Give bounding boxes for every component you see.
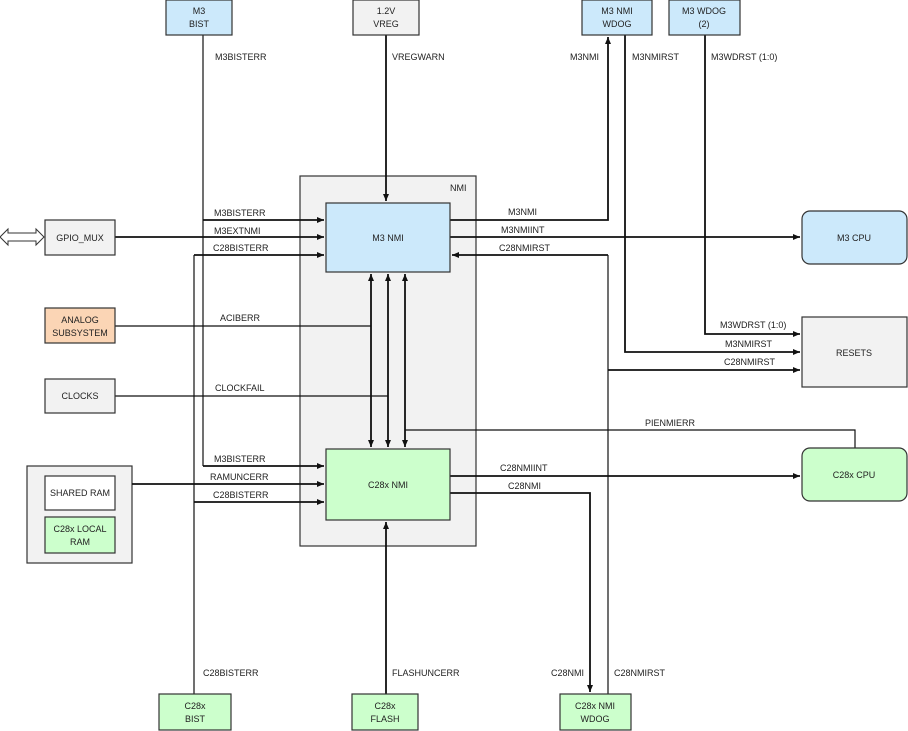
- signal-label: M3NMIRST: [632, 52, 680, 62]
- signal-label: M3NMIRST: [725, 339, 773, 349]
- signal-label: C28BISTERR: [213, 243, 269, 253]
- block-label: GPIO_MUX: [56, 233, 104, 243]
- block-c28-bist: C28x BIST: [158, 693, 232, 731]
- block-label: C28x: [184, 701, 206, 711]
- block-label: SHARED RAM: [50, 488, 110, 498]
- signal-label: C28NMI: [508, 481, 541, 491]
- signal-label: M3NMI: [570, 52, 599, 62]
- signal-label: M3BISTERR: [215, 52, 267, 62]
- signal-labels: M3BISTERR VREGWARN M3NMI M3NMIRST M3WDRS…: [203, 52, 786, 678]
- block-label: BIST: [189, 19, 210, 29]
- block-m3-cpu: M3 CPU: [801, 210, 908, 265]
- signal-label: C28NMIRST: [614, 668, 666, 678]
- block-m3-wdog: M3 WDOG (2): [668, 0, 741, 36]
- block-c28-flash: C28x FLASH: [351, 693, 419, 731]
- block-label: M3 NMI: [601, 6, 633, 16]
- block-label: C28x: [374, 701, 396, 711]
- signal-label: RAMUNCERR: [210, 472, 269, 482]
- nmi-block-diagram: NMI M3 BIST 1.2V VREG M3 NMI WDOG M3 WDOG(2…: [0, 0, 908, 731]
- block-label: M3 CPU: [837, 233, 871, 243]
- block-clocks: CLOCKS: [44, 378, 116, 414]
- signal-label: M3NMI: [508, 207, 537, 217]
- block-c28-local-ram: C28x LOCAL RAM: [44, 516, 116, 554]
- signal-label: CLOCKFAIL: [215, 383, 265, 393]
- block-analog-subsystem: ANALOG SUBSYSTEM: [44, 307, 116, 344]
- external-io-double-arrow-icon: [0, 227, 45, 247]
- m3nmirst-line: [624, 35, 800, 355]
- block-label: C28x NMI: [575, 701, 615, 711]
- block-gpio-mux: GPIO_MUX: [44, 219, 116, 256]
- block-shared-ram: SHARED RAM: [44, 475, 116, 511]
- signal-label: VREGWARN: [392, 52, 445, 62]
- block-label: WDOG: [581, 714, 610, 724]
- block-m3-bist: M3 BIST: [165, 0, 233, 36]
- signal-label: M3WDRST (1:0): [720, 320, 786, 330]
- block-label: VREG: [373, 19, 399, 29]
- block-label: (2): [699, 19, 710, 29]
- signal-label: M3BISTERR: [214, 208, 266, 218]
- block-label: RESETS: [836, 348, 872, 358]
- signal-label: C28BISTERR: [203, 668, 259, 678]
- block-resets: RESETS: [801, 316, 908, 388]
- signal-label: C28BISTERR: [213, 490, 269, 500]
- block-label: C28x NMI: [368, 480, 408, 490]
- block-label: SUBSYSTEM: [52, 328, 108, 338]
- block-c28-cpu: C28x CPU: [801, 447, 908, 502]
- signal-label: C28NMIINT: [500, 463, 548, 473]
- block-m3-nmi: M3 NMI: [325, 202, 451, 273]
- block-c28-nmi: C28x NMI: [325, 448, 451, 521]
- block-label: M3: [193, 6, 206, 16]
- block-label: FLASH: [370, 714, 399, 724]
- block-label: ANALOG: [61, 315, 99, 325]
- block-vreg: 1.2V VREG: [352, 0, 420, 36]
- block-m3-nmi-wdog: M3 NMI WDOG: [581, 0, 653, 36]
- signal-label: M3BISTERR: [214, 454, 266, 464]
- block-label: C28x CPU: [833, 470, 876, 480]
- block-c28-nmi-wdog: C28x NMI WDOG: [559, 693, 632, 731]
- signal-label: M3EXTNMI: [214, 226, 261, 236]
- signal-label: C28NMIRST: [724, 357, 776, 367]
- signal-label: M3WDRST (1:0): [711, 52, 777, 62]
- block-label: M3 NMI: [372, 233, 404, 243]
- block-label: RAM: [70, 537, 90, 547]
- signal-label: M3NMIINT: [501, 225, 545, 235]
- block-label: CLOCKS: [61, 391, 98, 401]
- block-label: M3 WDOG: [682, 6, 726, 16]
- nmi-group-label: NMI: [450, 183, 467, 193]
- m3wdrst-line: [704, 35, 800, 337]
- signal-label: ACIBERR: [220, 313, 261, 323]
- block-label: BIST: [185, 714, 206, 724]
- block-label: C28x LOCAL: [53, 524, 106, 534]
- signal-label: C28NMIRST: [499, 243, 551, 253]
- signal-label: FLASHUNCERR: [392, 668, 460, 678]
- block-label: WDOG: [603, 19, 632, 29]
- block-label: 1.2V: [377, 6, 396, 16]
- signal-label: C28NMI: [551, 668, 584, 678]
- signal-label: PIENMIERR: [645, 418, 696, 428]
